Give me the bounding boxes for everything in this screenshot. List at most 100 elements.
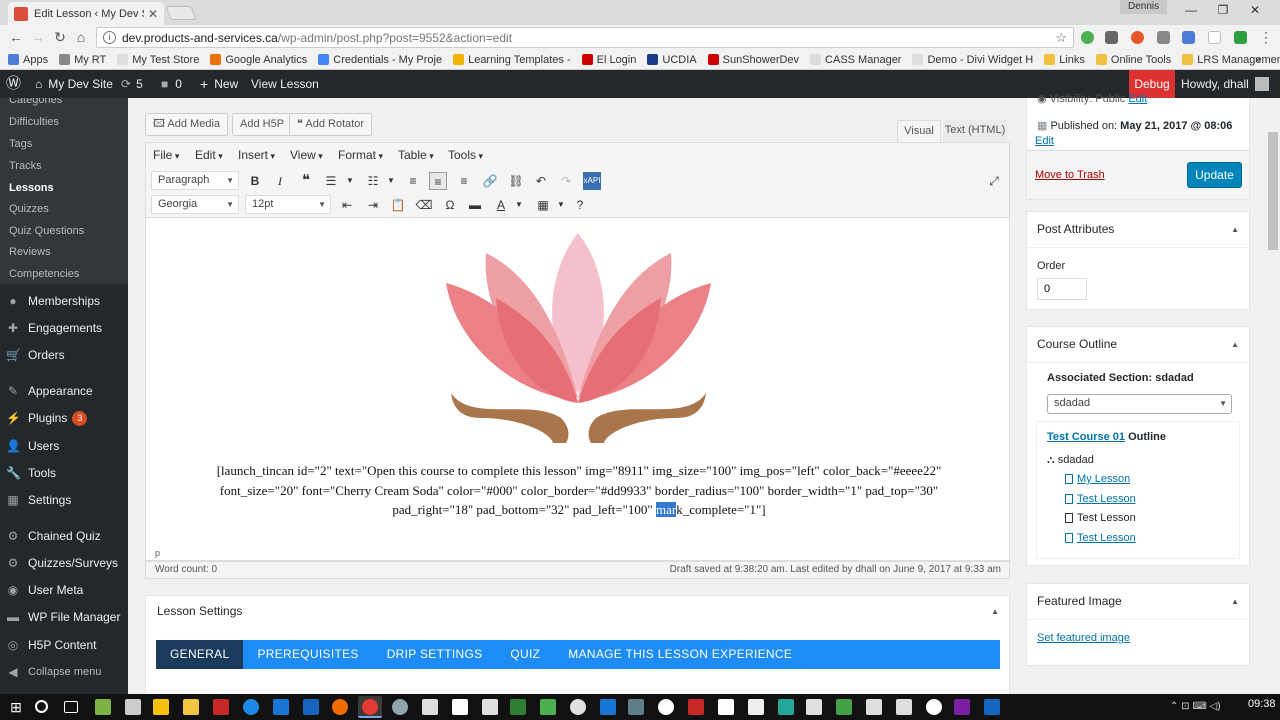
lesson-tab-prerequisites[interactable]: PREREQUISITES [243, 640, 372, 669]
submenu-item-reviews[interactable]: Reviews [9, 246, 51, 258]
app-icon[interactable] [482, 699, 498, 715]
help-icon[interactable]: ? [571, 196, 589, 214]
collapse-icon[interactable]: ▲ [1231, 597, 1239, 606]
chrome-menu-icon[interactable]: ⋮ [1256, 29, 1276, 46]
xapi-icon[interactable]: xAPI [583, 172, 601, 190]
bookmarks-more-icon[interactable]: » [1255, 54, 1261, 66]
outline-lesson-item[interactable]: My Lesson [1065, 473, 1130, 485]
bookmark-item[interactable]: El Login [581, 54, 636, 66]
onenote-icon[interactable] [954, 699, 970, 715]
sidebar-item-h5p-content[interactable]: ◎ H5P Content [0, 634, 128, 656]
collapse-icon[interactable]: ▲ [1231, 340, 1239, 349]
menu-view[interactable]: View ▾ [290, 148, 323, 162]
blockquote-icon[interactable]: ❝ [297, 172, 315, 190]
site-name-link[interactable]: ⌂ My Dev Site [35, 70, 113, 98]
undo-icon[interactable]: ↶ [532, 172, 550, 190]
home-icon[interactable]: ⌂ [71, 29, 91, 45]
app-icon[interactable] [540, 699, 556, 715]
collapse-icon[interactable]: ▲ [1231, 225, 1239, 234]
wordpress-logo-icon[interactable]: Ⓦ [6, 70, 21, 98]
lesson-tab-drip-settings[interactable]: DRIP SETTINGS [373, 640, 497, 669]
submenu-item-quizzes[interactable]: Quizzes [9, 203, 49, 215]
tab-text-html[interactable]: Text (HTML) [943, 120, 1007, 142]
align-center-icon[interactable]: ≡ [429, 172, 447, 190]
restore-icon[interactable]: ❐ [1208, 3, 1238, 17]
sidebar-item-tools[interactable]: 🔧 Tools [0, 462, 128, 484]
chevron-down-icon[interactable]: ▼ [510, 196, 528, 214]
lock-app-icon[interactable] [125, 699, 141, 715]
horizontal-line-icon[interactable]: ▬ [466, 196, 484, 214]
firefox-icon[interactable] [332, 699, 348, 715]
new-tab-button[interactable] [165, 6, 197, 20]
sidebar-item-memberships[interactable]: ● Memberships [0, 290, 128, 312]
edge-icon[interactable] [243, 699, 259, 715]
file-explorer-icon[interactable] [183, 699, 199, 715]
app-icon[interactable] [422, 699, 438, 715]
app-icon[interactable] [984, 699, 1000, 715]
app-icon[interactable] [628, 699, 644, 715]
bookmark-item[interactable]: Google Analytics [210, 54, 307, 66]
paste-text-icon[interactable]: 📋 [389, 196, 407, 214]
extension-icon[interactable] [1081, 31, 1094, 44]
numbered-list-icon[interactable]: ☷ [364, 172, 382, 190]
view-lesson-link[interactable]: View Lesson [251, 70, 319, 98]
extension-icon[interactable] [1234, 31, 1247, 44]
menu-insert[interactable]: Insert ▾ [238, 148, 275, 162]
cortana-icon[interactable] [35, 700, 48, 713]
app-icon[interactable] [926, 699, 942, 715]
scrollbar-thumb[interactable] [1268, 132, 1278, 250]
table-icon[interactable]: ▦ [534, 196, 552, 214]
app-icon[interactable] [392, 699, 408, 715]
font-size-select[interactable]: 12pt ▼ [245, 195, 331, 214]
back-icon[interactable]: ← [6, 29, 26, 45]
visibility-edit-link[interactable]: Edit [1128, 93, 1147, 105]
bookmark-item[interactable]: My Test Store [117, 54, 199, 66]
app-icon[interactable] [153, 699, 169, 715]
chevron-down-icon[interactable]: ▼ [382, 172, 400, 190]
task-view-icon[interactable] [64, 701, 78, 713]
sidebar-item-appearance[interactable]: ✎ Appearance [0, 380, 128, 402]
app-icon[interactable] [748, 699, 764, 715]
chrome-icon[interactable] [362, 699, 378, 715]
add-h5p-button[interactable]: Add H5P [232, 113, 293, 136]
sidebar-item-engagements[interactable]: ✚ Engagements [0, 317, 128, 339]
sidebar-item-quizzes-surveys[interactable]: ⚙ Quizzes/Surveys [0, 552, 128, 574]
sidebar-item-users[interactable]: 👤 Users [0, 435, 128, 457]
set-featured-image-link[interactable]: Set featured image [1037, 632, 1130, 644]
sidebar-item-plugins[interactable]: ⚡ Plugins 3 [0, 407, 128, 429]
account-menu[interactable]: Howdy, dhall [1181, 70, 1269, 98]
bold-icon[interactable]: B [246, 172, 264, 190]
sidebar-item-chained-quiz[interactable]: ⚙ Chained Quiz [0, 525, 128, 547]
add-media-button[interactable]: 🖾 Add Media [145, 113, 229, 136]
fullscreen-icon[interactable]: ⤢ [985, 172, 1003, 190]
extension-icon[interactable] [1105, 31, 1118, 44]
order-input[interactable] [1037, 278, 1087, 300]
bookmark-item[interactable]: My RT [59, 54, 106, 66]
sidebar-item-settings[interactable]: ▦ Settings [0, 489, 128, 511]
reload-icon[interactable]: ↻ [50, 29, 70, 46]
lesson-tab-quiz[interactable]: QUIZ [496, 640, 554, 669]
bookmark-item[interactable]: Demo - Divi Widget H [912, 54, 1033, 66]
chevron-down-icon[interactable]: ▼ [552, 196, 570, 214]
comments-link[interactable]: ■ 0 [161, 70, 182, 98]
submenu-item-difficulties[interactable]: Difficulties [9, 116, 59, 128]
published-edit-link[interactable]: Edit [1035, 135, 1054, 147]
bullet-list-icon[interactable]: ☰ [322, 172, 340, 190]
submenu-item-categories[interactable]: Categories [9, 98, 62, 106]
app-icon[interactable] [95, 699, 111, 715]
bookmark-item[interactable]: Credentials - My Proje [318, 54, 442, 66]
app-icon[interactable] [778, 699, 794, 715]
align-right-icon[interactable]: ≡ [455, 172, 473, 190]
bookmark-item[interactable]: Apps [8, 54, 48, 66]
app-icon[interactable] [570, 699, 586, 715]
bookmark-item[interactable]: LRS Management [1182, 54, 1280, 66]
clear-formatting-icon[interactable]: ⌫ [415, 196, 433, 214]
add-rotator-button[interactable]: ❝ Add Rotator [289, 113, 373, 136]
editor-content-area[interactable]: [launch_tincan id="2" text="Open this co… [145, 218, 1010, 548]
text-color-icon[interactable]: A [492, 196, 510, 214]
menu-format[interactable]: Format ▾ [338, 148, 383, 162]
app-icon[interactable] [718, 699, 734, 715]
tab-visual[interactable]: Visual [897, 120, 941, 142]
system-tray-icons[interactable]: ⌃ ⊡ ⌨ ◁) [1170, 699, 1230, 715]
course-link[interactable]: Test Course 01 [1047, 431, 1125, 443]
